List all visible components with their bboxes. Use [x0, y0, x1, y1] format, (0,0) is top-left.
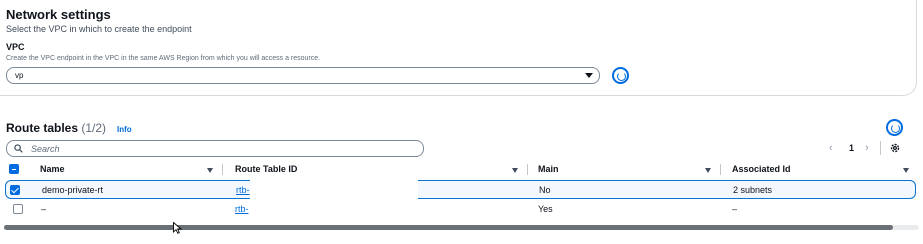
mouse-cursor-icon [173, 222, 182, 234]
network-settings-description: Select the VPC in which to create the en… [6, 24, 192, 34]
column-header-route-table-id[interactable]: Route Table ID [235, 164, 297, 174]
search-input[interactable]: Search [6, 140, 424, 157]
redaction-overlay [250, 180, 418, 199]
route-tables-count: (1/2) [81, 121, 107, 135]
caret-down-icon [585, 73, 593, 78]
sort-caret-icon[interactable] [512, 168, 518, 173]
chevron-right-icon[interactable]: › [865, 142, 869, 154]
column-divider [720, 164, 721, 175]
sort-caret-icon[interactable] [207, 168, 213, 173]
column-header-name[interactable]: Name [40, 164, 65, 174]
column-header-associated-id[interactable]: Associated Id [732, 164, 791, 174]
column-divider [222, 164, 223, 175]
cell-associated-id: – [732, 204, 738, 214]
cell-name: – [41, 204, 47, 214]
chevron-left-icon[interactable]: ‹ [829, 142, 833, 154]
pager-divider [880, 141, 881, 155]
table-row[interactable]: demo-private-rt rtb- No 2 subnets [5, 180, 916, 199]
cell-main: Yes [538, 204, 553, 214]
route-tables-title: Route tables (1/2) [6, 121, 106, 135]
network-settings-panel: Network settings Select the VPC in which… [0, 0, 917, 96]
network-settings-title: Network settings [6, 7, 111, 22]
page-number[interactable]: 1 [849, 143, 854, 153]
vpc-description: Create the VPC endpoint in the VPC in th… [6, 55, 321, 62]
refresh-vpc-button[interactable] [612, 67, 629, 84]
row-checkbox[interactable] [10, 185, 20, 195]
sort-caret-icon[interactable] [705, 168, 711, 173]
sort-caret-icon[interactable] [903, 168, 909, 173]
info-link[interactable]: Info [117, 125, 132, 134]
table-header-row: Name Route Table ID Main Associated Id [6, 162, 916, 177]
horizontal-scrollbar-thumb[interactable] [4, 225, 893, 230]
select-all-checkbox[interactable] [9, 164, 19, 174]
column-divider [527, 164, 528, 175]
cell-main: No [539, 185, 551, 195]
cell-route-table-id-link[interactable]: rtb- [236, 185, 250, 195]
cell-associated-id: 2 subnets [733, 185, 773, 195]
row-checkbox[interactable] [13, 204, 23, 214]
vpc-select[interactable]: vp [6, 67, 600, 84]
vpc-label: VPC [6, 42, 25, 52]
refresh-route-tables-button[interactable] [886, 119, 903, 136]
vpc-select-value: vp [15, 71, 24, 80]
gear-icon[interactable] [889, 142, 901, 154]
route-tables-title-text: Route tables [6, 121, 79, 135]
table-row[interactable]: – rtb- Yes – [5, 200, 916, 219]
search-icon [14, 144, 23, 153]
cell-route-table-id-link[interactable]: rtb- [235, 204, 249, 214]
search-placeholder: Search [31, 144, 60, 154]
cell-name: demo-private-rt [42, 185, 104, 195]
column-header-main[interactable]: Main [538, 164, 559, 174]
